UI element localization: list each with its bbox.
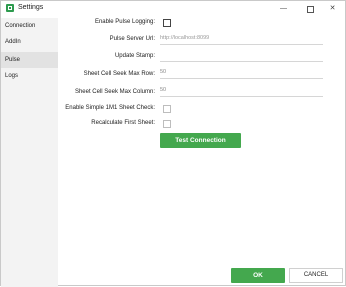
title-bar: Settings — ✕ (1, 1, 345, 16)
app-icon (6, 4, 14, 12)
sidebar-item-connection[interactable]: Connection (1, 18, 58, 34)
enable-pulse-logging-checkbox[interactable] (163, 19, 171, 27)
enable-simple-sheet-check-checkbox[interactable] (163, 105, 171, 113)
window-title: Settings (18, 4, 44, 11)
recalculate-first-sheet-checkbox[interactable] (163, 120, 171, 128)
update-stamp-label: Update Stamp: (114, 53, 155, 59)
recalculate-first-sheet-label: Recalculate First Sheet: (91, 120, 155, 126)
seek-max-row-label: Sheet Cell Seek Max Row: (83, 71, 155, 77)
enable-simple-sheet-check-label: Enable Simple 1M1 Sheet Check: (65, 105, 155, 111)
settings-window: Settings — ✕ Connection AddIn Pulse Logs… (0, 0, 346, 287)
update-stamp-input[interactable] (160, 51, 323, 62)
seek-max-column-input[interactable]: 50 (160, 86, 323, 97)
pulse-server-url-input[interactable]: http://localhost:8099 (160, 34, 323, 45)
close-button[interactable]: ✕ (320, 1, 345, 16)
sidebar-item-addin[interactable]: AddIn (1, 34, 58, 50)
cancel-button[interactable]: CANCEL (289, 268, 343, 283)
test-connection-button[interactable]: Test Connection (160, 133, 241, 148)
minimize-button[interactable]: — (271, 1, 296, 16)
seek-max-row-input[interactable]: 50 (160, 68, 323, 79)
sidebar-item-logs[interactable]: Logs (1, 68, 58, 84)
maximize-icon (307, 6, 314, 13)
sidebar-item-pulse[interactable]: Pulse (1, 52, 58, 68)
pulse-server-url-label: Pulse Server Url: (109, 36, 155, 42)
sidebar: Connection AddIn Pulse Logs (1, 18, 58, 287)
enable-pulse-logging-label: Enable Pulse Logging: (94, 19, 155, 25)
seek-max-column-label: Sheet Cell Seek Max Column: (74, 89, 155, 95)
ok-button[interactable]: OK (231, 268, 285, 283)
